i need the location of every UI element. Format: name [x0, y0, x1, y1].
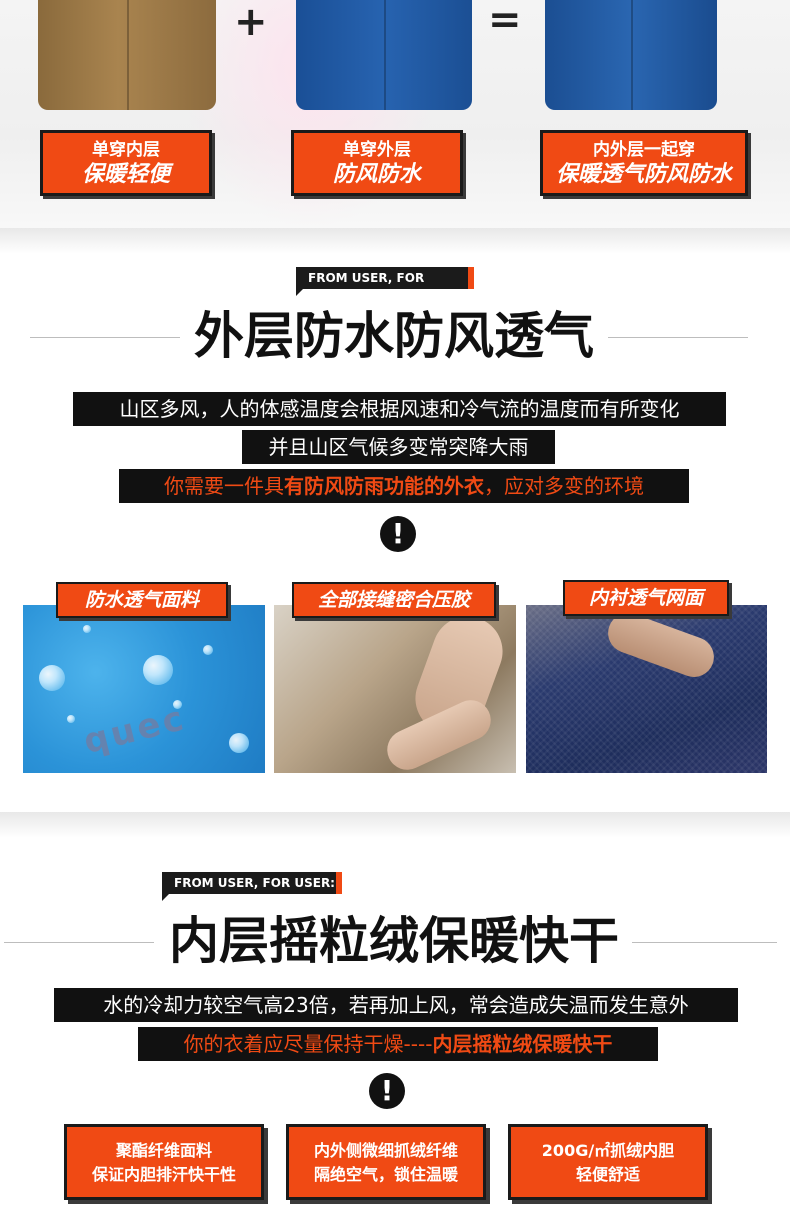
plus-symbol: + [234, 0, 268, 45]
info-highlight: 内层摇粒绒保暖快干 [432, 1032, 613, 1056]
combo-label-outer: 单穿外层 防风防水 [291, 130, 463, 196]
feature-box-microfleece: 内外侧微细抓绒纤维 隔绝空气，锁住温暖 [286, 1124, 486, 1200]
title-rule-left [30, 337, 180, 338]
combo-label-line1: 内外层一起穿 [593, 140, 695, 160]
combined-jacket-image [545, 0, 717, 110]
section-title-outer: 外层防水防风透气 [194, 307, 594, 365]
feature-line2: 轻便舒适 [575, 1165, 640, 1184]
waterproof-fabric-photo: quec [23, 605, 265, 773]
info-text: 你的衣着应尽量保持干燥---- [183, 1032, 433, 1056]
feature-label-seams: 全部接缝密合压胶 [292, 582, 496, 618]
info-bar-3: 你需要一件具有防风防雨功能的外衣，应对多变的环境 [119, 469, 689, 503]
exclamation-icon: ! [369, 1073, 405, 1109]
info-bar-2: 你的衣着应尽量保持干燥----内层摇粒绒保暖快干 [138, 1027, 658, 1061]
from-user-tag: FROM USER, FOR USER: [296, 267, 474, 307]
combo-label-combined: 内外层一起穿 保暖透气防风防水 [540, 130, 748, 196]
info-text: 你需要一件具 [164, 474, 284, 498]
fleece-jacket-image [38, 0, 216, 110]
section-divider [0, 812, 790, 838]
info-highlight: 有防风防雨功能的外衣 [284, 474, 484, 498]
feature-label-waterproof: 防水透气面料 [56, 582, 228, 618]
info-text: ，应对多变的环境 [484, 474, 644, 498]
info-bar-1: 山区多风，人的体感温度会根据风速和冷气流的温度而有所变化 [73, 392, 726, 426]
section-title-inner: 内层摇粒绒保暖快干 [169, 912, 619, 970]
feature-box-fleece-liner: 200G/㎡抓绒内胆 轻便舒适 [508, 1124, 708, 1200]
exclamation-icon: ! [380, 516, 416, 552]
equals-symbol: = [488, 0, 522, 43]
combo-label-line2: 保暖透气防风防水 [555, 162, 732, 187]
from-user-tag: FROM USER, FOR USER: [162, 872, 342, 901]
section-divider [0, 228, 790, 254]
combo-label-inner: 单穿内层 保暖轻便 [40, 130, 212, 196]
feature-box-polyester: 聚酯纤维面料 保证内胆排汗快干性 [64, 1124, 264, 1200]
feature-line2: 保证内胆排汗快干性 [91, 1165, 236, 1184]
feature-line1: 内外侧微细抓绒纤维 [313, 1141, 458, 1160]
brand-watermark: quec [79, 698, 191, 762]
feature-line1: 聚酯纤维面料 [115, 1141, 212, 1160]
mesh-lining-photo [526, 605, 767, 773]
feature-label-mesh: 内衬透气网面 [563, 580, 729, 616]
feature-line1: 200G/㎡抓绒内胆 [541, 1141, 675, 1160]
product-combo-strip: + = 单穿内层 保暖轻便 单穿外层 防风防水 内外层一起穿 保暖透气防风防水 [0, 0, 790, 228]
feature-line2: 隔绝空气，锁住温暖 [313, 1165, 458, 1184]
combo-label-line2: 保暖轻便 [81, 162, 170, 187]
info-bar-2: 并且山区气候多变常突降大雨 [242, 430, 555, 464]
title-rule-right [608, 337, 748, 338]
info-bar-1: 水的冷却力较空气高23倍，若再加上风，常会造成失温而发生意外 [54, 988, 738, 1022]
title-rule-left [4, 942, 154, 943]
outer-jacket-image [296, 0, 472, 110]
combo-label-line1: 单穿内层 [92, 140, 160, 160]
title-rule-right [632, 942, 777, 943]
combo-label-line1: 单穿外层 [343, 140, 411, 160]
combo-label-line2: 防风防水 [332, 162, 421, 187]
sealed-seams-photo [274, 605, 516, 773]
